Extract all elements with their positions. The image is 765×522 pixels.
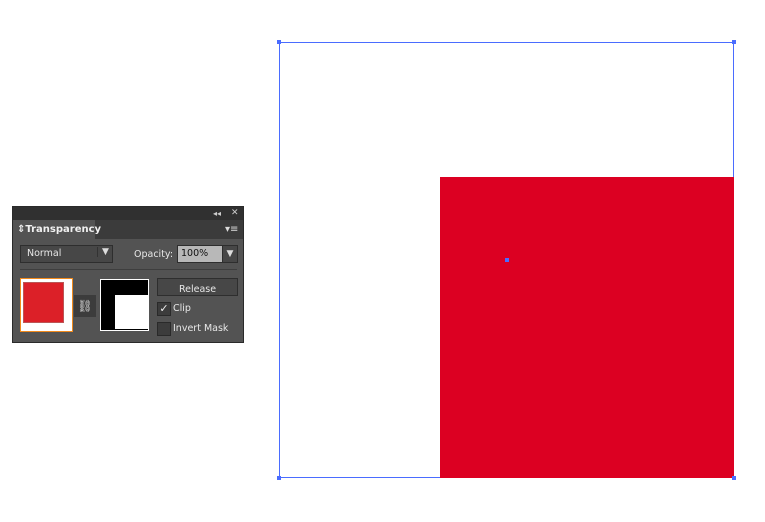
opacity-input[interactable]: 100% — [177, 245, 223, 263]
link-icon[interactable]: ⛓ — [74, 295, 96, 317]
center-point — [505, 258, 509, 262]
panel-titlebar[interactable]: ◂◂ ✕ — [13, 207, 243, 220]
artwork-thumbnail[interactable] — [20, 278, 73, 332]
selection-handle[interactable] — [732, 40, 736, 44]
divider — [20, 269, 237, 270]
clip-checkbox[interactable]: ✓ — [157, 302, 171, 316]
invert-mask-label: Invert Mask — [173, 323, 229, 334]
release-label: Release — [178, 284, 217, 295]
opacity-value: 100% — [181, 248, 209, 259]
blend-mode-dropdown[interactable]: Normal ▼ — [20, 245, 113, 263]
panel-menu-icon[interactable]: ▾≡ — [225, 220, 238, 239]
mask-preview — [115, 295, 148, 329]
double-chevron-left-icon[interactable]: ◂◂ — [213, 207, 221, 220]
selection-handle[interactable] — [277, 40, 281, 44]
tab-row: ⇕Transparency ▾≡ — [13, 220, 243, 239]
artwork-preview — [23, 282, 64, 323]
invert-mask-checkbox[interactable] — [157, 322, 171, 336]
blend-mode-value: Normal — [27, 248, 62, 259]
opacity-label: Opacity: — [134, 249, 174, 260]
opacity-dropdown-button[interactable]: ▼ — [222, 245, 238, 263]
close-icon[interactable]: ✕ — [231, 207, 239, 220]
selection-handle[interactable] — [277, 476, 281, 480]
mask-thumbnail[interactable] — [100, 279, 149, 331]
selection-handle[interactable] — [732, 476, 736, 480]
tab-transparency[interactable]: ⇕Transparency — [13, 220, 101, 239]
clip-label: Clip — [173, 303, 191, 314]
release-button[interactable]: Release — [157, 278, 238, 296]
tab-label: Transparency — [25, 224, 102, 235]
red-rectangle-object[interactable] — [440, 177, 734, 478]
transparency-panel: ◂◂ ✕ ⇕Transparency ▾≡ Normal ▼ Opacity: … — [12, 206, 244, 343]
chevron-down-icon: ▼ — [97, 247, 109, 257]
